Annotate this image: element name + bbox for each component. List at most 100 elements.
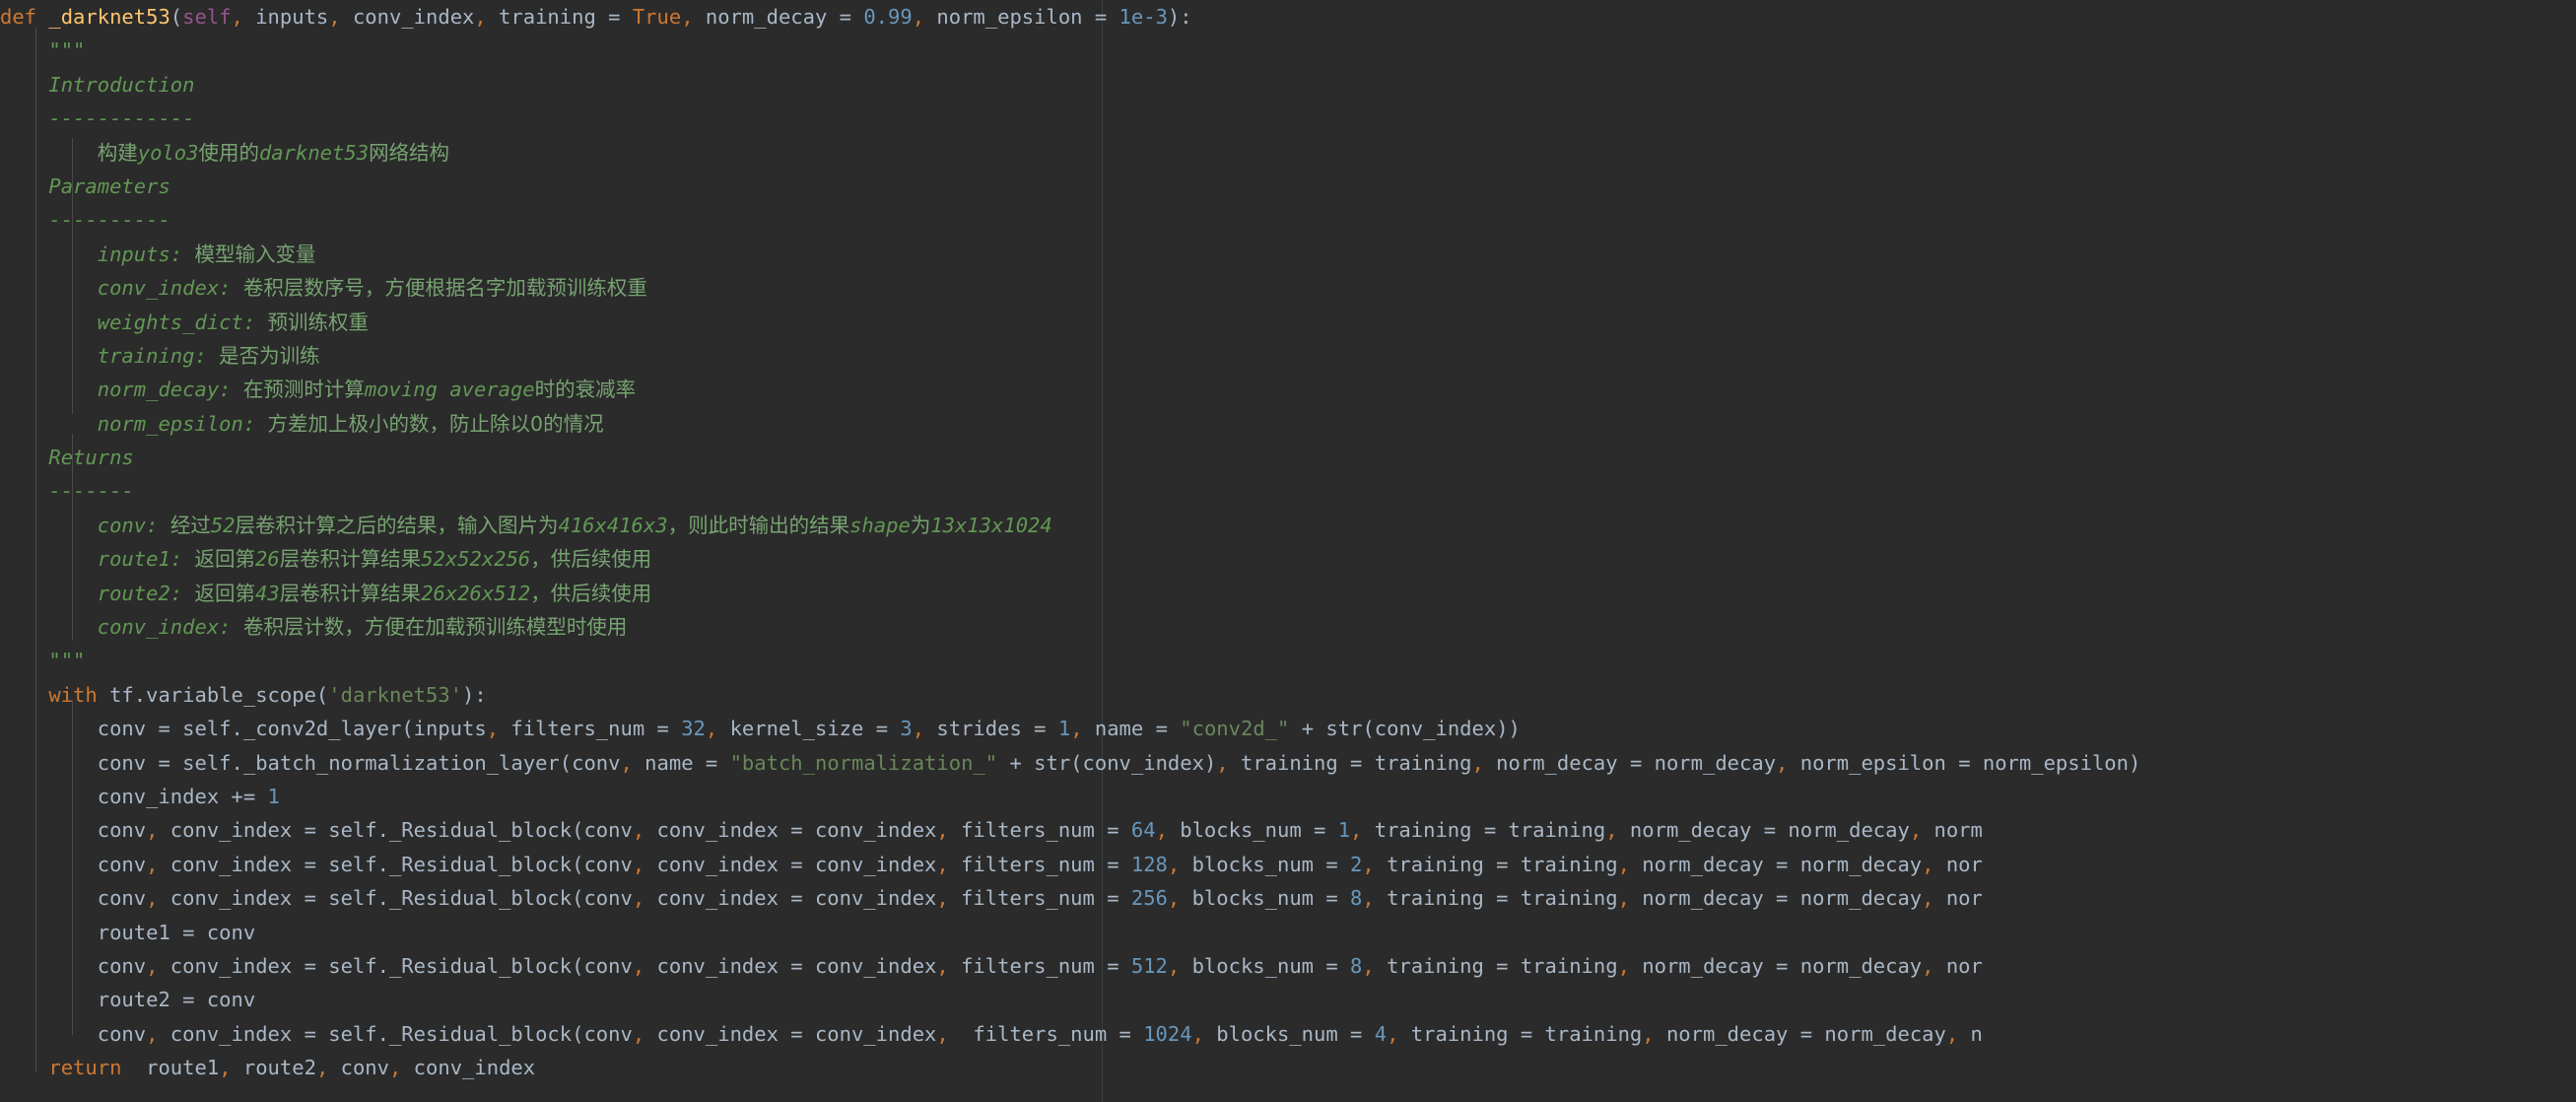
code-line-code-residual-128[interactable]: conv, conv_index = self._Residual_block(… <box>0 848 2140 881</box>
token: norm_decay <box>1812 1021 1946 1046</box>
token: 1 <box>267 784 280 808</box>
token: conv_index <box>401 1056 536 1080</box>
token: conv_index <box>644 852 791 876</box>
token: , <box>1776 750 1789 775</box>
token: _Residual_block <box>388 953 573 978</box>
code-line-doc-param-norm-epsilon[interactable]: norm_epsilon: 方差加上极小的数，防止除以0的情况 <box>0 407 2140 441</box>
code-line-code-route2-assign[interactable]: route2 = conv <box>0 983 2140 1016</box>
token: , <box>1167 852 1181 876</box>
code-line-doc-introduction-rule[interactable]: ------------ <box>0 102 2140 135</box>
token: = <box>705 750 718 775</box>
code-line-doc-param-inputs[interactable]: inputs: 模型输入变量 <box>0 238 2140 271</box>
token: conv_index <box>644 818 791 843</box>
token: ---------- <box>48 208 170 233</box>
code-line-doc-returns-title[interactable]: Returns <box>0 441 2140 474</box>
code-line-doc-parameters-title[interactable]: Parameters <box>0 170 2140 203</box>
token: 4 <box>1374 1021 1388 1046</box>
token: tf <box>97 682 134 707</box>
token: = <box>1107 953 1119 978</box>
code-line-signature[interactable]: def _darknet53(self, inputs, conv_index,… <box>0 0 2140 34</box>
token: conv_index <box>644 886 791 911</box>
code-line-code-residual-512[interactable]: conv, conv_index = self._Residual_block(… <box>0 949 2140 983</box>
token: conv <box>583 886 633 911</box>
token: ------- <box>48 479 134 504</box>
code-line-doc-introduction-body[interactable]: 构建yolo3使用的darknet53网络结构 <box>0 136 2140 170</box>
token: : <box>474 682 487 707</box>
token: conv <box>0 717 159 741</box>
code-line-code-residual-64[interactable]: conv, conv_index = self._Residual_block(… <box>0 813 2140 847</box>
code-editor[interactable]: def _darknet53(self, inputs, conv_index,… <box>0 0 2576 1102</box>
token: ( <box>572 818 584 843</box>
token: route2 <box>231 1056 316 1080</box>
code-line-code-residual-1024[interactable]: conv, conv_index = self._Residual_block(… <box>0 1017 2140 1051</box>
token: , <box>1945 1021 1959 1046</box>
token: route1 <box>0 920 183 944</box>
token: inputs <box>242 5 329 29</box>
code-line-code-return[interactable]: return route1, route2, conv, conv_index <box>0 1051 2140 1084</box>
token: 模型输入变量 <box>194 241 316 266</box>
token: conv_index <box>644 953 791 978</box>
token: 使用的 <box>198 140 259 165</box>
token: norm_decay <box>1629 886 1777 911</box>
code-line-doc-return-route1[interactable]: route1: 返回第26层卷积计算结果52x52x256，供后续使用 <box>0 542 2140 576</box>
code-line-doc-param-norm-decay[interactable]: norm_decay: 在预测时计算moving average时的衰减率 <box>0 373 2140 406</box>
token: self <box>315 818 377 843</box>
token: training <box>1508 953 1618 978</box>
code-line-docstring-close[interactable]: """ <box>0 644 2140 677</box>
token: 构建 <box>97 140 138 165</box>
token: _darknet53 <box>48 5 170 29</box>
token: conv <box>0 886 147 911</box>
code-line-doc-parameters-rule[interactable]: ---------- <box>0 203 2140 237</box>
token: training <box>486 5 609 29</box>
token: Parameters <box>48 173 170 198</box>
token: , <box>1070 717 1083 741</box>
code-line-doc-return-conv[interactable]: conv: 经过52层卷积计算之后的结果，输入图片为416x416x3，则此时输… <box>0 509 2140 542</box>
token: ) <box>1496 717 1509 741</box>
code-line-code-with-scope[interactable]: with tf.variable_scope('darknet53'): <box>0 678 2140 712</box>
token: 52 <box>210 513 236 537</box>
token: ( <box>1070 750 1083 775</box>
token: _Residual_block <box>388 1021 573 1046</box>
token: ( <box>169 5 183 29</box>
code-line-doc-param-weights-dict[interactable]: weights_dict: 预训练权重 <box>0 306 2140 339</box>
code-line-code-batch-normalization[interactable]: conv = self._batch_normalization_layer(c… <box>0 746 2141 780</box>
code-line-doc-param-conv-index[interactable]: conv_index: 卷积层数序号，方便根据名字加载预训练权重 <box>0 271 2140 305</box>
code-line-code-conv2d-layer[interactable]: conv = self._conv2d_layer(inputs, filter… <box>0 712 2140 745</box>
token: training <box>1228 750 1351 775</box>
token: 方差加上极小的数，防止除以0的情况 <box>267 411 604 436</box>
token: . <box>231 750 243 775</box>
code-line-code-route1-assign[interactable]: route1 = conv <box>0 916 2140 949</box>
token: 43 <box>255 581 280 605</box>
token: . <box>376 1021 389 1046</box>
token: filters_num <box>948 818 1108 843</box>
code-line-docstring-open[interactable]: """ <box>0 34 2140 67</box>
token: , <box>1167 886 1181 911</box>
code-line-doc-return-route2[interactable]: route2: 返回第43层卷积计算结果26x26x512，供后续使用 <box>0 577 2140 610</box>
token: , <box>632 953 645 978</box>
token: conv_index <box>158 886 305 911</box>
code-content[interactable]: def _darknet53(self, inputs, conv_index,… <box>0 0 2140 1085</box>
token: = <box>1107 818 1119 843</box>
token: ，则此时输出的结果 <box>667 513 850 537</box>
code-line-doc-returns-rule[interactable]: ------- <box>0 474 2140 508</box>
code-line-code-conv-index-increment[interactable]: conv_index += 1 <box>0 780 2140 813</box>
code-line-doc-param-training[interactable]: training: 是否为训练 <box>0 339 2140 373</box>
token: filters_num <box>948 852 1108 876</box>
code-line-doc-introduction-title[interactable]: Introduction <box>0 68 2140 102</box>
token: = <box>1629 750 1643 775</box>
code-line-code-residual-256[interactable]: conv, conv_index = self._Residual_block(… <box>0 881 2140 915</box>
token: n <box>1958 1021 1983 1046</box>
code-line-doc-return-conv-index[interactable]: conv_index: 卷积层计数，方便在加载预训练模型时使用 <box>0 610 2140 644</box>
